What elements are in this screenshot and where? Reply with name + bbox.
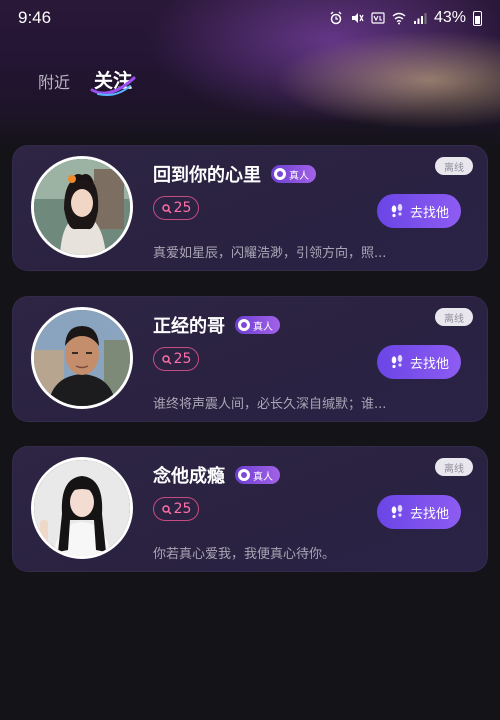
status-time: 9:46 [18, 8, 52, 27]
battery-icon [473, 10, 482, 26]
age-badge: 25 [153, 196, 199, 220]
female-icon [161, 354, 172, 365]
verified-badge: 真人 [271, 165, 316, 183]
find-him-button[interactable]: 去找他 [377, 345, 461, 379]
footprints-icon [391, 354, 403, 369]
verified-icon [238, 319, 250, 331]
avatar[interactable] [31, 156, 133, 258]
mute-icon [351, 13, 364, 23]
avatar-photo [34, 460, 130, 556]
find-him-label: 去找他 [409, 205, 449, 221]
user-name-text: 回到你的心里 [153, 165, 261, 186]
status-bar: 9:46 43% [0, 0, 500, 36]
tab-bar: 附近 关注 [38, 66, 136, 96]
wifi-icon [392, 12, 406, 25]
age-badge: 25 [153, 347, 199, 371]
verified-icon [238, 469, 250, 481]
avatar[interactable] [31, 457, 133, 559]
age-value: 25 [173, 200, 192, 216]
avatar[interactable] [31, 307, 133, 409]
verified-badge: 真人 [235, 466, 280, 484]
footprints-icon [391, 203, 403, 218]
user-bio: 谁终将声震人间，必长久深自缄默；谁... [153, 397, 387, 412]
user-card[interactable]: 回到你的心里 真人 25 离线 去找他 真爱如星辰，闪耀浩渺，引领方向，照... [12, 145, 488, 271]
find-him-label: 去找他 [409, 506, 449, 522]
user-bio: 真爱如星辰，闪耀浩渺，引领方向，照... [153, 246, 387, 261]
female-icon [161, 203, 172, 214]
user-name-text: 念他成瘾 [153, 466, 225, 487]
female-icon [161, 504, 172, 515]
alarm-icon [330, 11, 342, 25]
footprints-icon [391, 504, 403, 519]
offline-status: 离线 [435, 308, 473, 326]
offline-status: 离线 [435, 157, 473, 175]
status-icons: 43% [329, 9, 482, 27]
volte-icon [371, 12, 385, 24]
user-name-text: 正经的哥 [153, 316, 225, 337]
user-bio: 你若真心爱我，我便真心待你。 [153, 547, 336, 562]
tab-following-label: 关注 [94, 70, 133, 92]
avatar-photo [34, 310, 130, 406]
tab-nearby[interactable]: 附近 [38, 69, 70, 93]
signal-icon [413, 13, 427, 24]
age-value: 25 [173, 351, 192, 367]
verified-badge: 真人 [235, 316, 280, 334]
user-name: 念他成瘾 真人 [153, 462, 280, 488]
age-badge: 25 [153, 497, 199, 521]
offline-status: 离线 [435, 458, 473, 476]
user-name: 回到你的心里 真人 [153, 161, 316, 187]
verified-icon [274, 168, 286, 180]
user-card[interactable]: 正经的哥 真人 25 离线 去找他 谁终将声震人间，必长久深自缄默；谁... [12, 296, 488, 422]
user-name: 正经的哥 真人 [153, 312, 280, 338]
find-him-label: 去找他 [409, 356, 449, 372]
tab-following[interactable]: 关注 [90, 66, 136, 96]
verified-label: 真人 [253, 471, 273, 483]
verified-label: 真人 [289, 170, 309, 182]
battery-percentage: 43% [433, 9, 466, 26]
age-value: 25 [173, 501, 192, 517]
user-card[interactable]: 念他成瘾 真人 25 离线 去找他 你若真心爱我，我便真心待你。 [12, 446, 488, 572]
avatar-photo [34, 159, 130, 255]
find-him-button[interactable]: 去找他 [377, 194, 461, 228]
verified-label: 真人 [253, 321, 273, 333]
find-him-button[interactable]: 去找他 [377, 495, 461, 529]
